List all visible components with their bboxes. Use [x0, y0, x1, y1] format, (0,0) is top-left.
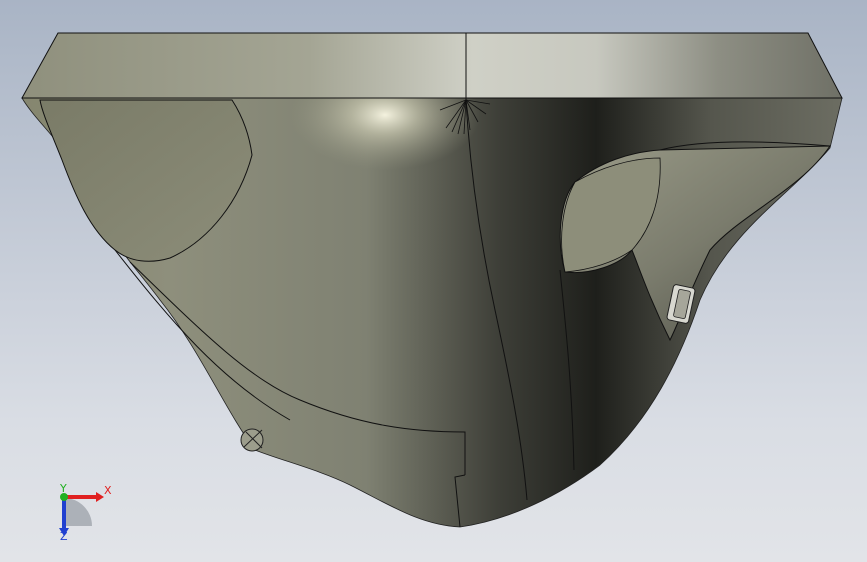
knob-feature[interactable] — [240, 428, 264, 452]
3d-viewport[interactable] — [0, 0, 867, 562]
top-rim[interactable] — [21, 32, 843, 99]
